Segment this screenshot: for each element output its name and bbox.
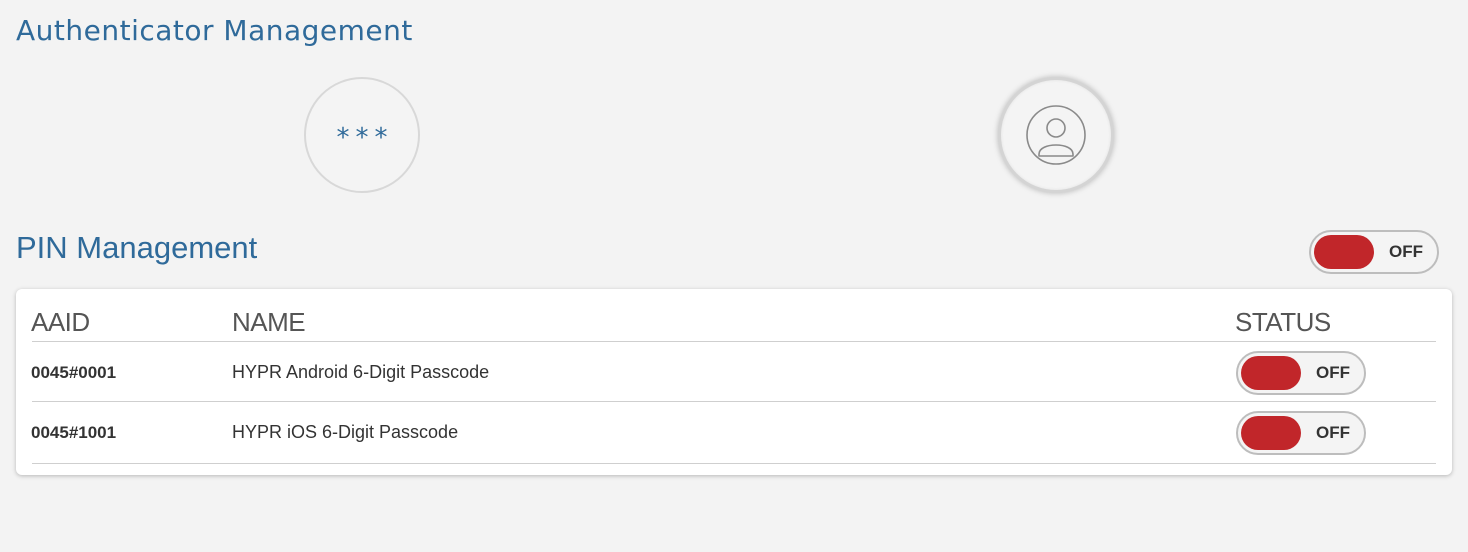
header-status: STATUS <box>1235 307 1331 337</box>
user-authenticator-button[interactable] <box>998 77 1114 193</box>
user-profile-icon <box>1026 105 1086 165</box>
header-divider <box>32 341 1436 342</box>
authenticator-table: AAID NAME STATUS 0045#0001 HYPR Android … <box>16 289 1452 475</box>
toggle-state-label: OFF <box>1316 423 1350 442</box>
row-status-toggle[interactable]: OFF <box>1236 411 1366 455</box>
row-status-toggle[interactable]: OFF <box>1236 351 1366 395</box>
header-aaid: AAID <box>31 307 90 337</box>
toggle-knob <box>1314 235 1374 269</box>
pin-management-toggle[interactable]: OFF <box>1309 230 1439 274</box>
row-name: HYPR iOS 6-Digit Passcode <box>232 422 459 442</box>
page-title: Authenticator Management <box>16 14 413 47</box>
pin-authenticator-button[interactable]: *** <box>304 77 420 193</box>
row-aaid: 0045#1001 <box>31 423 117 442</box>
row-name: HYPR Android 6-Digit Passcode <box>232 362 490 382</box>
row-divider <box>32 401 1436 402</box>
pin-asterisks-icon: *** <box>336 123 394 153</box>
toggle-state-label: OFF <box>1316 363 1350 382</box>
toggle-knob <box>1241 416 1301 450</box>
pin-management-title: PIN Management <box>16 230 258 265</box>
toggle-knob <box>1241 356 1301 390</box>
row-aaid: 0045#0001 <box>31 363 117 382</box>
header-name: NAME <box>232 307 306 337</box>
row-divider <box>32 463 1436 464</box>
toggle-state-label: OFF <box>1389 242 1423 261</box>
